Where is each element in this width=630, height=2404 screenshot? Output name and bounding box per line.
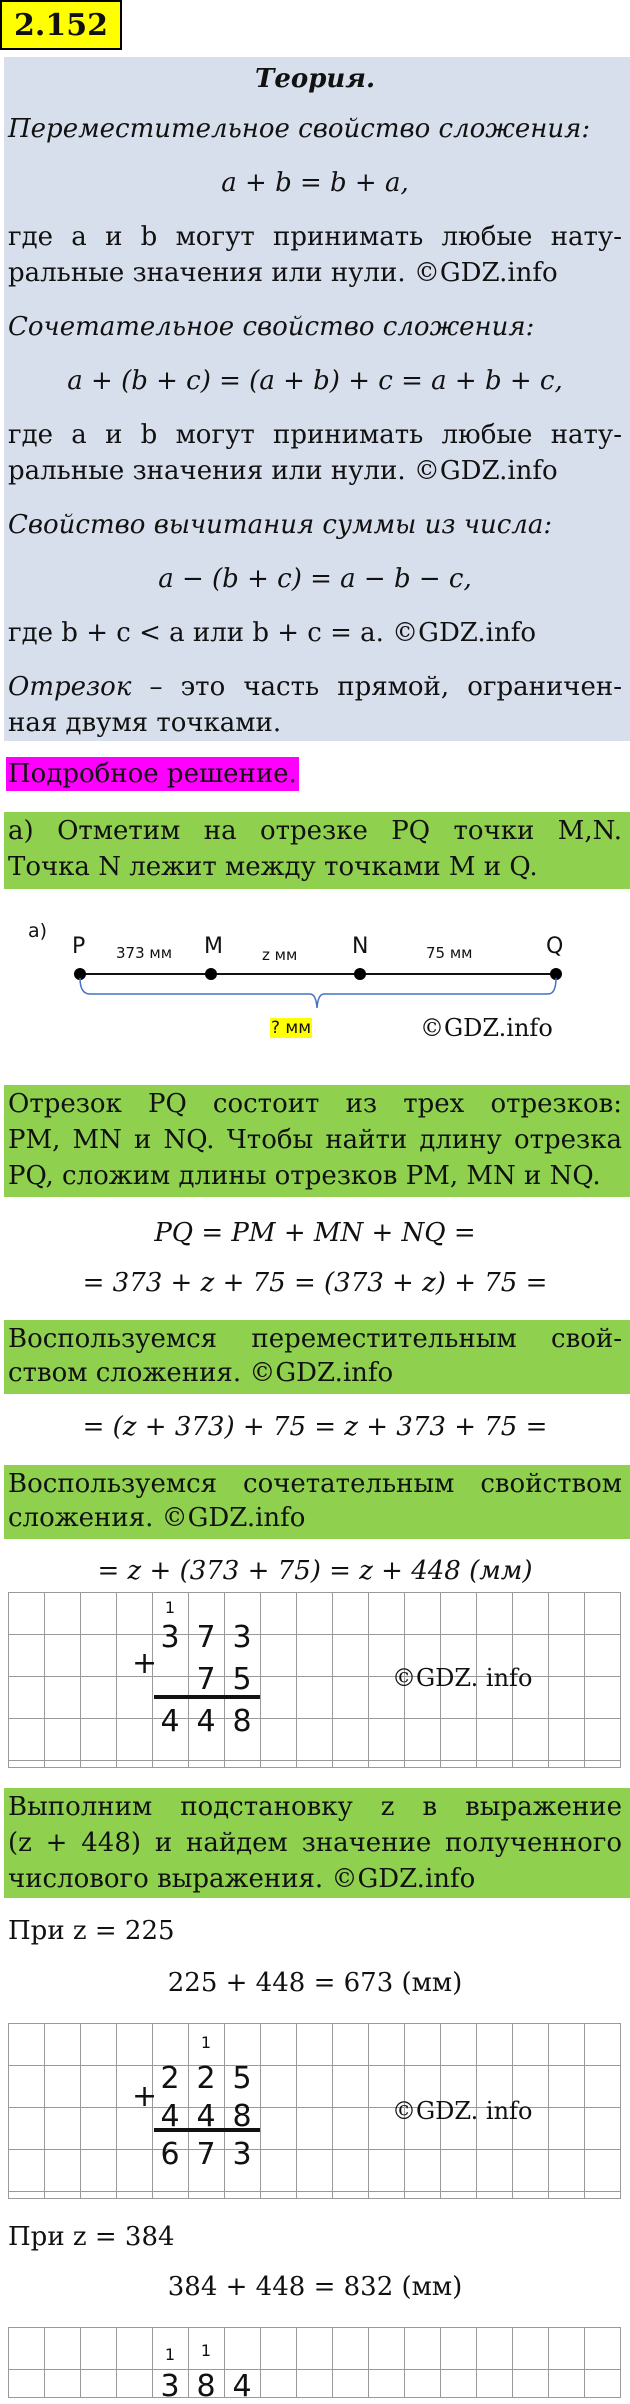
commutative-label: Переместительное свойство сложения: bbox=[8, 114, 591, 144]
subtraction-label: Свойство вычитания суммы из числа: bbox=[8, 510, 553, 540]
result-digit: 4 bbox=[160, 1704, 180, 1739]
case-1-equation: 225 + 448 = 673 (мм) bbox=[167, 1968, 463, 1998]
substitute-line1: Выполним подстановку z в выражение bbox=[8, 1792, 622, 1822]
top-digit: 3 bbox=[232, 1620, 252, 1655]
segment-def-text: – это часть прямой, ограничен- bbox=[131, 672, 622, 702]
top-digit: 7 bbox=[196, 1620, 216, 1655]
column-watermark: ©GDZ. info bbox=[392, 1664, 533, 1692]
subtraction-formula: a − (b + c) = a − b − c, bbox=[158, 564, 472, 594]
top-digit: 3 bbox=[160, 1620, 180, 1655]
task-number: 2.152 bbox=[0, 0, 122, 50]
diagram-watermark: ©GDZ.info bbox=[420, 1014, 553, 1042]
equation-4: = z + (373 + 75) = z + 448 (мм) bbox=[97, 1556, 533, 1586]
commutative-use-box: Воспользуемся переместительным свой- ств… bbox=[4, 1320, 630, 1394]
result-digit: 6 bbox=[160, 2137, 180, 2172]
commutative-use-line1: Воспользуемся переместительным свой- bbox=[8, 1324, 622, 1354]
column-addition-3: 1 1 3 8 4 bbox=[8, 2327, 621, 2404]
associative-formula: a + (b + c) = (a + b) + c = a + b + c, bbox=[67, 366, 563, 396]
top-digit: 2 bbox=[196, 2061, 216, 2096]
carry-digit: 1 bbox=[164, 1598, 176, 1617]
equation-1: PQ = PM + MN + NQ = bbox=[154, 1218, 476, 1248]
point-m bbox=[205, 968, 217, 980]
carry-digit: 1 bbox=[164, 2345, 176, 2364]
subtraction-note: где b + c < a или b + c = a. ©GDZ.info bbox=[8, 618, 537, 648]
top-digit: 4 bbox=[232, 2369, 252, 2404]
total-brace bbox=[79, 977, 557, 1009]
explain-line3: PQ, сложим длины отрезков PM, MN и NQ. bbox=[8, 1161, 601, 1191]
case-2-equation: 384 + 448 = 832 (мм) bbox=[167, 2272, 463, 2302]
column-addition-2: 1 + 2 2 5 4 4 8 6 7 3 ©GDZ. info bbox=[8, 2023, 621, 2199]
commutative-use-line2: ством сложения. ©GDZ.info bbox=[8, 1358, 394, 1388]
result-digit: 8 bbox=[232, 1704, 252, 1739]
segment-term: Отрезок bbox=[8, 672, 132, 702]
equation-3: = (z + 373) + 75 = z + 373 + 75 = bbox=[82, 1412, 548, 1442]
carry-digit: 1 bbox=[200, 2341, 212, 2360]
top-digit: 2 bbox=[160, 2061, 180, 2096]
commutative-note-line1: где a и b могут принимать любые нату- bbox=[8, 222, 622, 252]
equation-2: = 373 + z + 75 = (373 + z) + 75 = bbox=[82, 1268, 548, 1298]
bottom-digit: 5 bbox=[232, 1662, 252, 1697]
column-addition-1: 1 + 3 7 3 7 5 4 4 8 ©GDZ. info bbox=[8, 1592, 621, 1768]
top-digit: 3 bbox=[160, 2369, 180, 2404]
associative-note-line2: ральные значения или нули. ©GDZ.info bbox=[8, 456, 558, 486]
step-a-line1: а) Отметим на отрезке PQ точки M,N. bbox=[8, 816, 622, 846]
column-watermark: ©GDZ. info bbox=[392, 2097, 533, 2125]
substitute-box: Выполним подстановку z в выражение (z + … bbox=[4, 1788, 630, 1898]
associative-note-line1: где a и b могут принимать любые нату- bbox=[8, 420, 622, 450]
explain-line1: Отрезок PQ состоит из трех отрезков: bbox=[8, 1089, 622, 1119]
sum-bar bbox=[154, 1695, 260, 1699]
carry-digit: 1 bbox=[200, 2033, 212, 2052]
case-1-label: При z = 225 bbox=[8, 1916, 175, 1946]
sum-bar bbox=[154, 2128, 260, 2132]
total-length-question: ? мм bbox=[270, 1018, 313, 1038]
result-digit: 3 bbox=[232, 2137, 252, 2172]
substitute-line2: (z + 448) и найдем значение полученного bbox=[8, 1828, 622, 1858]
explain-line2: PM, MN и NQ. Чтобы найти длину отрезка bbox=[8, 1125, 622, 1155]
result-digit: 7 bbox=[196, 2137, 216, 2172]
step-a-line2: Точка N лежит между точками M и Q. bbox=[8, 852, 538, 882]
associative-use-box: Воспользуемся сочетательным свойством сл… bbox=[4, 1465, 630, 1539]
step-a-box: а) Отметим на отрезке PQ точки M,N. Точк… bbox=[4, 812, 630, 889]
top-digit: 8 bbox=[196, 2369, 216, 2404]
segment-definition-line1: Отрезок – это часть прямой, ограничен- bbox=[8, 672, 622, 702]
explain-box: Отрезок PQ состоит из трех отрезков: PM,… bbox=[4, 1085, 630, 1197]
associative-label: Сочетательное свойство сложения: bbox=[8, 312, 535, 342]
case-2-label: При z = 384 bbox=[8, 2222, 175, 2252]
associative-use-line2: сложения. ©GDZ.info bbox=[8, 1503, 306, 1533]
bottom-digit: 7 bbox=[196, 1662, 216, 1697]
associative-use-line1: Воспользуемся сочетательным свойством bbox=[8, 1469, 622, 1499]
segment-diagram: а) P M N Q 373 мм z мм 75 мм ? мм ©GDZ.i… bbox=[0, 920, 630, 1060]
theory-title: Теория. bbox=[254, 64, 376, 94]
top-digit: 5 bbox=[232, 2061, 252, 2096]
result-digit: 4 bbox=[196, 1704, 216, 1739]
point-n bbox=[354, 968, 366, 980]
substitute-line3: числового выражения. ©GDZ.info bbox=[8, 1864, 476, 1894]
commutative-note-line2: ральные значения или нули. ©GDZ.info bbox=[8, 258, 558, 288]
segment-definition-line2: ная двумя точками. bbox=[8, 708, 282, 738]
commutative-formula: a + b = b + a, bbox=[221, 168, 409, 198]
solution-heading: Подробное решение. bbox=[6, 757, 299, 791]
